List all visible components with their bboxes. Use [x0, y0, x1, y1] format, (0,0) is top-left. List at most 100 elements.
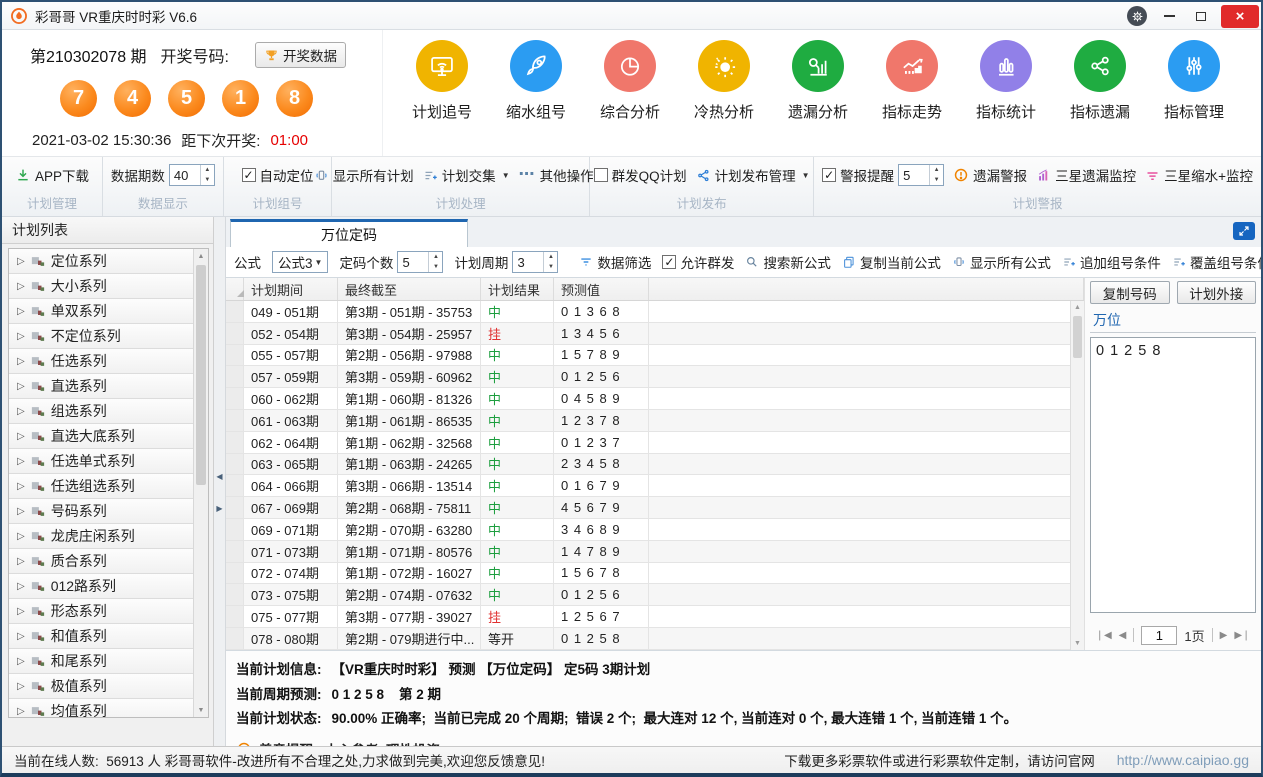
page-prev-icon[interactable]: ◀ — [1119, 630, 1127, 641]
expand-arrow-icon[interactable]: ▷ — [17, 456, 25, 467]
collapse-right-icon[interactable]: ▶ — [214, 497, 225, 519]
row-selector-cell[interactable] — [226, 519, 244, 541]
expand-arrow-icon[interactable]: ▷ — [17, 631, 25, 642]
scrollbar-thumb[interactable] — [196, 265, 206, 485]
formula-select[interactable]: 公式3 ▼ — [272, 251, 328, 273]
row-selector-cell[interactable] — [226, 563, 244, 585]
expand-arrow-icon[interactable]: ▷ — [17, 706, 25, 717]
table-row[interactable]: 075 - 077期 第3期 - 077期 - 39027 挂 1 2 5 6 … — [226, 606, 1084, 628]
expand-arrow-icon[interactable]: ▷ — [17, 281, 25, 292]
row-selector-cell[interactable] — [226, 345, 244, 367]
plan-external-button[interactable]: 计划外接 — [1177, 281, 1257, 304]
sidebar-series-item[interactable]: ▷ 组选系列 — [9, 399, 208, 424]
table-row[interactable]: 062 - 064期 第1期 - 062期 - 32568 中 0 1 2 3 … — [226, 432, 1084, 454]
table-scrollbar[interactable]: ▲ ▼ — [1070, 301, 1084, 650]
app-hot-cold-analysis[interactable]: 冷热分析 — [677, 40, 771, 156]
app-indicator-omission[interactable]: 指标遗漏 — [1053, 40, 1147, 156]
scroll-down-icon[interactable]: ▼ — [1071, 637, 1084, 650]
sidebar-series-item[interactable]: ▷ 012路系列 — [9, 574, 208, 599]
sidebar-series-item[interactable]: ▷ 龙虎庄闲系列 — [9, 524, 208, 549]
sidebar-series-item[interactable]: ▷ 任选系列 — [9, 349, 208, 374]
sidebar-series-item[interactable]: ▷ 形态系列 — [9, 599, 208, 624]
scroll-up-icon[interactable]: ▲ — [194, 249, 208, 263]
sidebar-series-item[interactable]: ▷ 任选单式系列 — [9, 449, 208, 474]
alert-remind-checkbox[interactable]: ✓ 警报提醒 5 ▲▼ — [822, 164, 944, 186]
sidebar-series-item[interactable]: ▷ 均值系列 — [9, 699, 208, 718]
alert-remind-stepper[interactable]: 5 ▲▼ — [898, 164, 944, 186]
expand-arrow-icon[interactable]: ▷ — [17, 406, 25, 417]
search-new-formula-button[interactable]: 搜索新公式 — [745, 252, 831, 272]
qq-group-send-checkbox[interactable]: 群发QQ计划 — [594, 165, 687, 185]
table-row[interactable]: 052 - 054期 第3期 - 054期 - 25957 挂 1 3 4 5 … — [226, 323, 1084, 345]
col-header-period[interactable]: 计划期间 — [244, 278, 338, 300]
copy-numbers-button[interactable]: 复制号码 — [1090, 281, 1170, 304]
threestar-shrink-monitor-button[interactable]: 三星缩水+监控 — [1145, 165, 1253, 185]
scrollbar-thumb[interactable] — [1073, 316, 1082, 358]
sidebar-series-item[interactable]: ▷ 极值系列 — [9, 674, 208, 699]
table-row[interactable]: 064 - 066期 第3期 - 066期 - 13514 中 0 1 6 7 … — [226, 475, 1084, 497]
sidebar-series-item[interactable]: ▷ 和值系列 — [9, 624, 208, 649]
expand-arrow-icon[interactable]: ▷ — [17, 306, 25, 317]
scroll-up-icon[interactable]: ▲ — [1071, 301, 1084, 314]
expand-arrow-icon[interactable]: ▷ — [17, 331, 25, 342]
stepper-arrows-icon[interactable]: ▲▼ — [929, 165, 943, 185]
table-row[interactable]: 060 - 062期 第1期 - 060期 - 81326 中 0 4 5 8 … — [226, 388, 1084, 410]
row-selector-cell[interactable] — [226, 606, 244, 628]
plan-publish-mgmt-dropdown[interactable]: 计划发布管理 ▼ — [696, 165, 810, 185]
omission-alert-button[interactable]: 遗漏警报 — [953, 165, 1027, 185]
sidebar-scrollbar[interactable]: ▲ ▼ — [193, 249, 208, 717]
predicted-numbers-box[interactable]: 0 1 2 5 8 — [1090, 337, 1256, 613]
data-filter-button[interactable]: 数据筛选 — [579, 252, 651, 272]
app-download-button[interactable]: APP下载 — [15, 165, 89, 185]
override-group-condition-button[interactable]: 覆盖组号条件 — [1172, 252, 1263, 272]
collapse-left-icon[interactable]: ◀ — [214, 465, 225, 487]
minimize-button[interactable] — [1153, 4, 1185, 28]
table-row[interactable]: 049 - 051期 第3期 - 051期 - 35753 中 0 1 3 6 … — [226, 301, 1084, 323]
close-button[interactable]: × — [1221, 5, 1259, 28]
expand-arrow-icon[interactable]: ▷ — [17, 556, 25, 567]
row-selector-cell[interactable] — [226, 541, 244, 563]
sidebar-series-item[interactable]: ▷ 大小系列 — [9, 274, 208, 299]
app-indicator-stats[interactable]: 指标统计 — [959, 40, 1053, 156]
table-row[interactable]: 061 - 063期 第1期 - 061期 - 86535 中 1 2 3 7 … — [226, 410, 1084, 432]
expand-arrow-icon[interactable]: ▷ — [17, 381, 25, 392]
expand-arrow-icon[interactable]: ▷ — [17, 256, 25, 267]
row-selector-cell[interactable] — [226, 475, 244, 497]
app-indicator-trend[interactable]: 指标走势 — [865, 40, 959, 156]
plan-cycle-stepper[interactable]: 3 ▲▼ — [512, 251, 558, 273]
sidebar-series-item[interactable]: ▷ 单双系列 — [9, 299, 208, 324]
row-selector-cell[interactable] — [226, 410, 244, 432]
sidebar-series-item[interactable]: ▷ 直选系列 — [9, 374, 208, 399]
sidebar-series-item[interactable]: ▷ 直选大底系列 — [9, 424, 208, 449]
row-selector-cell[interactable] — [226, 628, 244, 650]
stepper-arrows-icon[interactable]: ▲▼ — [543, 252, 557, 272]
sidebar-series-item[interactable]: ▷ 不定位系列 — [9, 324, 208, 349]
table-row[interactable]: 063 - 065期 第1期 - 063期 - 24265 中 2 3 4 5 … — [226, 454, 1084, 476]
auto-position-checkbox[interactable]: ✓ 自动定位 — [242, 165, 314, 185]
row-selector-cell[interactable] — [226, 388, 244, 410]
digit-count-stepper[interactable]: 5 ▲▼ — [397, 251, 443, 273]
row-selector-cell[interactable] — [226, 454, 244, 476]
app-plan-chase[interactable]: 计划追号 — [395, 40, 489, 156]
expand-arrow-icon[interactable]: ▷ — [17, 481, 25, 492]
expand-arrow-icon[interactable]: ▷ — [17, 656, 25, 667]
expand-arrow-icon[interactable]: ▷ — [17, 431, 25, 442]
official-site-link[interactable]: http://www.caipiao.gg — [1117, 752, 1249, 768]
expand-arrow-icon[interactable]: ▷ — [17, 581, 25, 592]
expand-arrow-icon[interactable]: ▷ — [17, 681, 25, 692]
stepper-arrows-icon[interactable]: ▲▼ — [200, 165, 214, 185]
sidebar-series-item[interactable]: ▷ 任选组选系列 — [9, 474, 208, 499]
row-selector-cell[interactable] — [226, 323, 244, 345]
settings-button[interactable] — [1121, 4, 1153, 28]
table-row[interactable]: 078 - 080期 第2期 - 079期进行中... 等开 0 1 2 5 8 — [226, 628, 1084, 650]
page-first-icon[interactable]: ❘◀ — [1096, 630, 1112, 641]
plan-intersection-dropdown[interactable]: 计划交集 ▼ — [423, 165, 510, 185]
table-row[interactable]: 069 - 071期 第2期 - 070期 - 63280 中 3 4 6 8 … — [226, 519, 1084, 541]
allow-group-send-checkbox[interactable]: ✓ 允许群发 — [662, 252, 734, 272]
table-row[interactable]: 067 - 069期 第2期 - 068期 - 75811 中 4 5 6 7 … — [226, 497, 1084, 519]
draw-data-button[interactable]: 开奖数据 — [255, 42, 346, 68]
copy-current-formula-button[interactable]: 复制当前公式 — [842, 252, 941, 272]
expand-arrow-icon[interactable]: ▷ — [17, 606, 25, 617]
stepper-arrows-icon[interactable]: ▲▼ — [428, 252, 442, 272]
row-selector-cell[interactable] — [226, 497, 244, 519]
